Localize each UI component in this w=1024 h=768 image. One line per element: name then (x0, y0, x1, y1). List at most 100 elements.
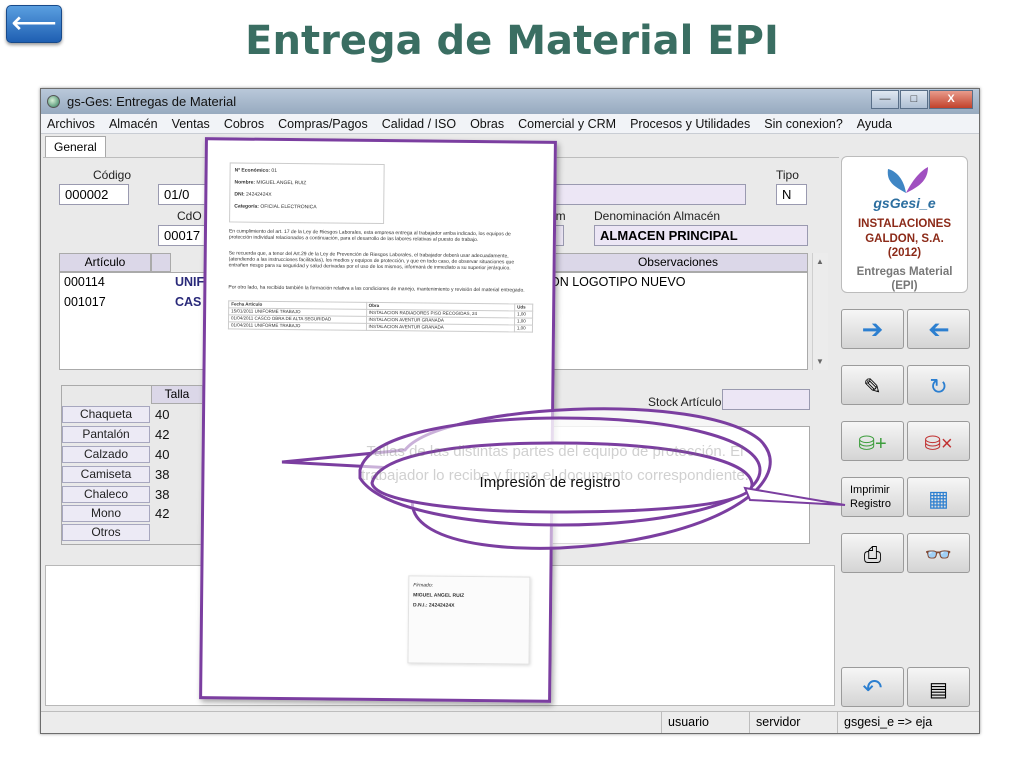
module-line: (EPI) (891, 280, 918, 292)
slide-title: Entrega de Material EPI (245, 18, 779, 64)
status-bar: usuario servidor gsgesi_e => eja (41, 711, 979, 733)
cdo-field[interactable]: 00017 (158, 225, 210, 246)
tipo-label: Tipo (776, 168, 799, 182)
menu-calidad-iso[interactable]: Calidad / ISO (382, 114, 456, 133)
grid-header-articulo[interactable]: Artículo (59, 253, 151, 272)
menu-archivos[interactable]: Archivos (47, 114, 95, 133)
maximize-button[interactable]: □ (900, 90, 928, 109)
almacen-label: Denominación Almacén (594, 209, 721, 223)
meta-row: Nombre: MIGUEL ANGEL RUIZ (234, 179, 307, 187)
brand-name: gsGesi_e (873, 195, 936, 211)
menu-procesos-utilidades[interactable]: Procesos y Utilidades (630, 114, 750, 133)
grid-cell-desc[interactable]: CAS (175, 293, 201, 312)
document-paragraph: Se recuerda que, a tenor del Art.29 de l… (228, 250, 515, 272)
module-line: Entregas Material (856, 266, 953, 278)
document-items-table: Fecha Artículo Obra Uds 15/01/2011 UNIFO… (228, 300, 533, 333)
tab-general[interactable]: General (45, 136, 106, 158)
talla-label: Pantalón (62, 426, 150, 443)
status-app: gsgesi_e => eja (837, 712, 979, 733)
print-record-button[interactable]: Imprimir Registro (841, 477, 904, 517)
arrow-right-icon: ➔ (861, 314, 884, 344)
print-button[interactable]: ⎙ (841, 533, 904, 573)
talla-label: Chaleco (62, 486, 150, 503)
fecha-field[interactable]: 01/0 (158, 184, 210, 205)
talla-label: Camiseta (62, 466, 150, 483)
database-delete-icon: ⛁× (924, 433, 953, 455)
menu-almacen[interactable]: Almacén (109, 114, 158, 133)
grid-header-blank[interactable] (151, 253, 171, 272)
close-button[interactable]: X (929, 90, 973, 109)
talla-value[interactable]: 40 (155, 446, 169, 463)
menu-cobros[interactable]: Cobros (224, 114, 264, 133)
cdo-label: CdO (177, 209, 202, 223)
glasses-icon: 👓 (924, 542, 953, 567)
report-button[interactable]: ▦ (907, 477, 970, 517)
butterfly-logo-icon (887, 167, 928, 193)
next-record-button[interactable]: ➔ (841, 309, 904, 349)
talla-value[interactable]: 42 (155, 505, 169, 522)
talla-value[interactable]: 42 (155, 426, 169, 443)
scroll-down-icon[interactable]: ▼ (816, 357, 824, 366)
menu-bar: Archivos Almacén Ventas Cobros Compras/P… (41, 114, 979, 134)
binoculars-icon: ▤ (929, 679, 948, 701)
menu-obras[interactable]: Obras (470, 114, 504, 133)
grid-cell-obs[interactable]: ON LOGOTIPO NUEVO (550, 273, 685, 292)
search-windows-button[interactable]: ▤ (907, 667, 970, 707)
menu-comercial-crm[interactable]: Comercial y CRM (518, 114, 616, 133)
doc-cell: INSTALACION AVENTUR GRANADA (365, 323, 515, 332)
company-line: (2012) (887, 247, 922, 259)
document-refresh-icon: ↻ (929, 374, 948, 399)
menu-compras-pagos[interactable]: Compras/Pagos (278, 114, 368, 133)
company-line: INSTALACIONES (857, 218, 952, 230)
delete-record-button[interactable]: ⛁× (907, 421, 970, 461)
edit-document-icon: ✎ (863, 374, 882, 399)
module-name: Entregas Material (EPI) (842, 265, 967, 293)
grid-scrollbar[interactable]: ▲ ▼ (812, 253, 828, 370)
company-name: INSTALACIONES GALDON, S.A. (2012) (842, 217, 967, 261)
talla-label: Chaqueta (62, 406, 150, 423)
doc-header-uds: Uds (514, 303, 533, 312)
codigo-field[interactable]: 000002 (59, 184, 129, 205)
codigo-label: Código (93, 168, 132, 182)
almacen-field[interactable]: ALMACEN PRINCIPAL (594, 225, 808, 246)
grid-cell-articulo[interactable]: 001017 (64, 293, 106, 312)
doc-cell: 01/04/2011 UNIFORME TRABAJO (228, 321, 367, 331)
minimize-button[interactable]: — (871, 90, 899, 109)
tipo-field[interactable]: N (776, 184, 807, 205)
preview-button[interactable]: 👓 (907, 533, 970, 573)
report-chart-icon: ▦ (928, 486, 949, 511)
previous-record-button[interactable]: ➔ (907, 309, 970, 349)
talla-value[interactable]: 40 (155, 406, 169, 423)
doc-cell: 1,00 (514, 310, 533, 319)
talla-value[interactable]: 38 (155, 486, 169, 503)
edit-document-button[interactable]: ✎ (841, 365, 904, 405)
document-paragraph: Por otro lado, ha recibido también la fo… (228, 284, 525, 294)
signed-dni: D.N.I.: 24242424X (413, 602, 455, 609)
menu-ayuda[interactable]: Ayuda (857, 114, 892, 133)
refresh-document-button[interactable]: ↻ (907, 365, 970, 405)
talla-label: Calzado (62, 446, 150, 463)
menu-ventas[interactable]: Ventas (172, 114, 210, 133)
signed-name: MIGUEL ANGEL RUIZ (413, 592, 465, 599)
database-add-icon: ⛁+ (858, 433, 887, 455)
meta-row: Nº Económico: 01 (234, 167, 278, 174)
grid-cell-articulo[interactable]: 000114 (64, 273, 105, 292)
stock-label: Stock Artículo (648, 395, 722, 409)
description-field[interactable] (551, 184, 746, 205)
add-record-button[interactable]: ⛁+ (841, 421, 904, 461)
undo-button[interactable]: ↶ (841, 667, 904, 707)
doc-cell: 1,00 (514, 317, 533, 326)
menu-sin-conexion[interactable]: Sin conexion? (764, 114, 843, 133)
stock-field[interactable] (722, 389, 810, 410)
arrow-left-icon: ➔ (927, 314, 950, 344)
window-title: gs-Ges: Entregas de Material (67, 94, 237, 109)
app-icon (47, 95, 60, 108)
signed-label: Firmado: (413, 582, 434, 589)
grid-header-observaciones[interactable]: Observaciones (548, 253, 808, 272)
doc-cell: 1,00 (514, 324, 533, 333)
talla-value[interactable]: 38 (155, 466, 169, 483)
grid-cell-desc[interactable]: UNIF (175, 273, 204, 292)
scroll-up-icon[interactable]: ▲ (816, 257, 824, 266)
undo-arrow-icon: ↶ (862, 675, 883, 702)
signature-box: Firmado: MIGUEL ANGEL RUIZ D.N.I.: 24242… (407, 575, 531, 665)
